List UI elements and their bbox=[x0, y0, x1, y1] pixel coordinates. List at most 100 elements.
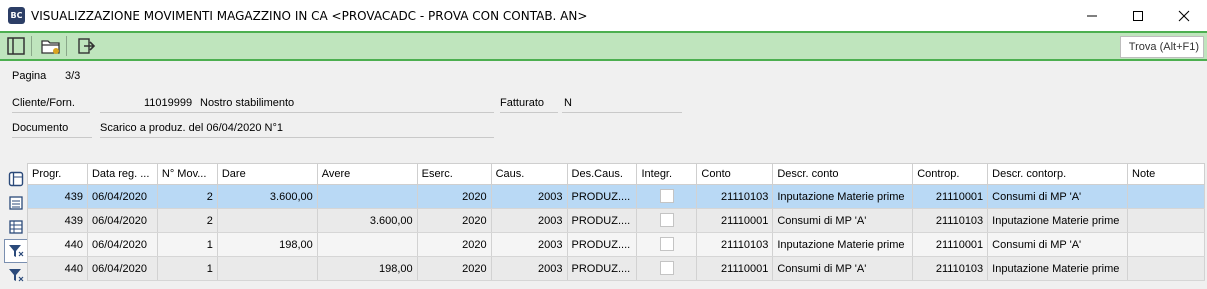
minimize-icon bbox=[1087, 15, 1097, 16]
cell-progr: 440 bbox=[28, 257, 88, 280]
column-header-dare[interactable]: Dare bbox=[218, 164, 318, 184]
table-row[interactable]: 439 06/04/2020 2 3.600,00 2020 2003 PROD… bbox=[28, 185, 1205, 209]
cell-conto: 21110001 bbox=[697, 257, 774, 280]
cell-conto: 21110103 bbox=[697, 185, 774, 208]
cell-dare bbox=[218, 209, 318, 232]
exit-button[interactable] bbox=[74, 34, 98, 58]
grid-layout-button[interactable] bbox=[4, 167, 28, 191]
open-folder-button[interactable] bbox=[39, 34, 63, 58]
cell-des-caus: PRODUZ.... bbox=[568, 185, 638, 208]
invoiced-value: N bbox=[562, 97, 682, 113]
cell-avere: 3.600,00 bbox=[318, 209, 418, 232]
cell-eserc: 2020 bbox=[418, 185, 492, 208]
table-row[interactable]: 440 06/04/2020 1 198,00 2020 2003 PRODUZ… bbox=[28, 233, 1205, 257]
document-value: Scarico a produz. del 06/04/2020 N°1 bbox=[100, 122, 494, 138]
cell-dare: 198,00 bbox=[218, 233, 318, 256]
integr-checkbox[interactable] bbox=[659, 213, 674, 227]
cell-note bbox=[1128, 233, 1205, 256]
cell-dare bbox=[218, 257, 318, 280]
cell-note bbox=[1128, 257, 1205, 280]
cell-controp: 21110001 bbox=[913, 233, 989, 256]
table-view-button[interactable] bbox=[4, 215, 28, 239]
window-title: VISUALIZZAZIONE MOVIMENTI MAGAZZINO IN C… bbox=[31, 8, 588, 23]
cell-n-mov: 2 bbox=[158, 209, 218, 232]
cell-conto: 21110103 bbox=[697, 233, 774, 256]
integr-checkbox[interactable] bbox=[659, 237, 674, 251]
page-label: Pagina bbox=[12, 70, 47, 82]
cell-eserc: 2020 bbox=[418, 233, 492, 256]
page-value: 3/3 bbox=[65, 70, 81, 82]
header-form: Pagina 3/3 Cliente/Forn. 11019999 Nostro… bbox=[0, 61, 1207, 163]
filter-edit-button[interactable] bbox=[4, 239, 28, 263]
close-icon bbox=[1178, 10, 1190, 21]
column-header-caus[interactable]: Caus. bbox=[492, 164, 568, 184]
table-row[interactable]: 440 06/04/2020 1 198,00 2020 2003 PRODUZ… bbox=[28, 257, 1205, 281]
column-header-n-mov[interactable]: N° Mov... bbox=[158, 164, 218, 184]
column-header-descr-conto[interactable]: Descr. conto bbox=[773, 164, 914, 184]
minimize-button[interactable] bbox=[1069, 0, 1115, 31]
column-header-note[interactable]: Note bbox=[1128, 164, 1205, 184]
column-header-eserc[interactable]: Eserc. bbox=[418, 164, 492, 184]
column-header-integr[interactable]: Integr. bbox=[637, 164, 698, 184]
invoiced-label: Fatturato bbox=[500, 97, 558, 113]
cell-data: 06/04/2020 bbox=[88, 209, 158, 232]
cell-caus: 2003 bbox=[492, 233, 568, 256]
title-bar: BC VISUALIZZAZIONE MOVIMENTI MAGAZZINO I… bbox=[0, 0, 1207, 31]
cell-controp: 21110001 bbox=[913, 185, 989, 208]
cell-conto: 21110001 bbox=[697, 209, 774, 232]
detail-view-button[interactable] bbox=[4, 191, 28, 215]
cell-descr-conto: Consumi di MP 'A' bbox=[773, 209, 914, 232]
cell-progr: 440 bbox=[28, 233, 88, 256]
app-logo-icon: BC bbox=[8, 7, 25, 24]
toolbar-separator bbox=[66, 36, 67, 56]
column-header-descr-controp[interactable]: Descr. contorp. bbox=[988, 164, 1129, 184]
cell-progr: 439 bbox=[28, 209, 88, 232]
integr-checkbox[interactable] bbox=[659, 189, 674, 203]
toggle-panel-button[interactable] bbox=[4, 34, 28, 58]
cell-caus: 2003 bbox=[492, 185, 568, 208]
maximize-icon bbox=[1133, 10, 1143, 21]
filter-edit-icon bbox=[9, 245, 24, 257]
cell-des-caus: PRODUZ.... bbox=[568, 209, 638, 232]
cell-descr-controp: Inputazione Materie prime bbox=[988, 209, 1129, 232]
table-row[interactable]: 439 06/04/2020 2 3.600,00 2020 2003 PROD… bbox=[28, 209, 1205, 233]
column-header-progr[interactable]: Progr. bbox=[28, 164, 88, 184]
client-field: 11019999 Nostro stabilimento bbox=[100, 97, 494, 113]
maximize-button[interactable] bbox=[1115, 0, 1161, 31]
client-label: Cliente/Forn. bbox=[12, 97, 90, 113]
cell-avere bbox=[318, 185, 418, 208]
layout-icon bbox=[8, 171, 24, 187]
table-icon bbox=[9, 220, 23, 234]
cell-data: 06/04/2020 bbox=[88, 257, 158, 280]
cell-n-mov: 1 bbox=[158, 233, 218, 256]
movements-grid: Progr. Data reg. ... N° Mov... Dare Aver… bbox=[0, 163, 1207, 289]
detail-list-icon bbox=[9, 196, 23, 210]
panel-icon bbox=[7, 37, 25, 55]
cell-integr bbox=[637, 233, 698, 256]
cell-note bbox=[1128, 185, 1205, 208]
column-header-des-caus[interactable]: Des.Caus. bbox=[568, 164, 638, 184]
close-button[interactable] bbox=[1161, 0, 1207, 31]
cell-caus: 2003 bbox=[492, 209, 568, 232]
client-code: 11019999 bbox=[144, 97, 193, 109]
find-input[interactable]: Trova (Alt+F1) bbox=[1120, 36, 1204, 58]
column-header-conto[interactable]: Conto bbox=[697, 164, 774, 184]
exit-icon bbox=[78, 38, 96, 54]
integr-checkbox[interactable] bbox=[659, 261, 674, 275]
cell-note bbox=[1128, 209, 1205, 232]
filter-icon bbox=[9, 269, 24, 282]
column-header-data-reg[interactable]: Data reg. ... bbox=[88, 164, 158, 184]
cell-data: 06/04/2020 bbox=[88, 185, 158, 208]
toolbar: Trova (Alt+F1) bbox=[0, 31, 1207, 61]
cell-eserc: 2020 bbox=[418, 257, 492, 280]
column-header-controp[interactable]: Controp. bbox=[913, 164, 989, 184]
cell-descr-conto: Inputazione Materie prime bbox=[773, 233, 914, 256]
cell-controp: 21110103 bbox=[913, 209, 989, 232]
cell-descr-controp: Inputazione Materie prime bbox=[988, 257, 1129, 280]
client-name: Nostro stabilimento bbox=[200, 97, 295, 109]
filter-button[interactable] bbox=[4, 263, 28, 287]
column-header-avere[interactable]: Avere bbox=[318, 164, 418, 184]
cell-eserc: 2020 bbox=[418, 209, 492, 232]
cell-progr: 439 bbox=[28, 185, 88, 208]
table-header: Progr. Data reg. ... N° Mov... Dare Aver… bbox=[28, 163, 1205, 185]
